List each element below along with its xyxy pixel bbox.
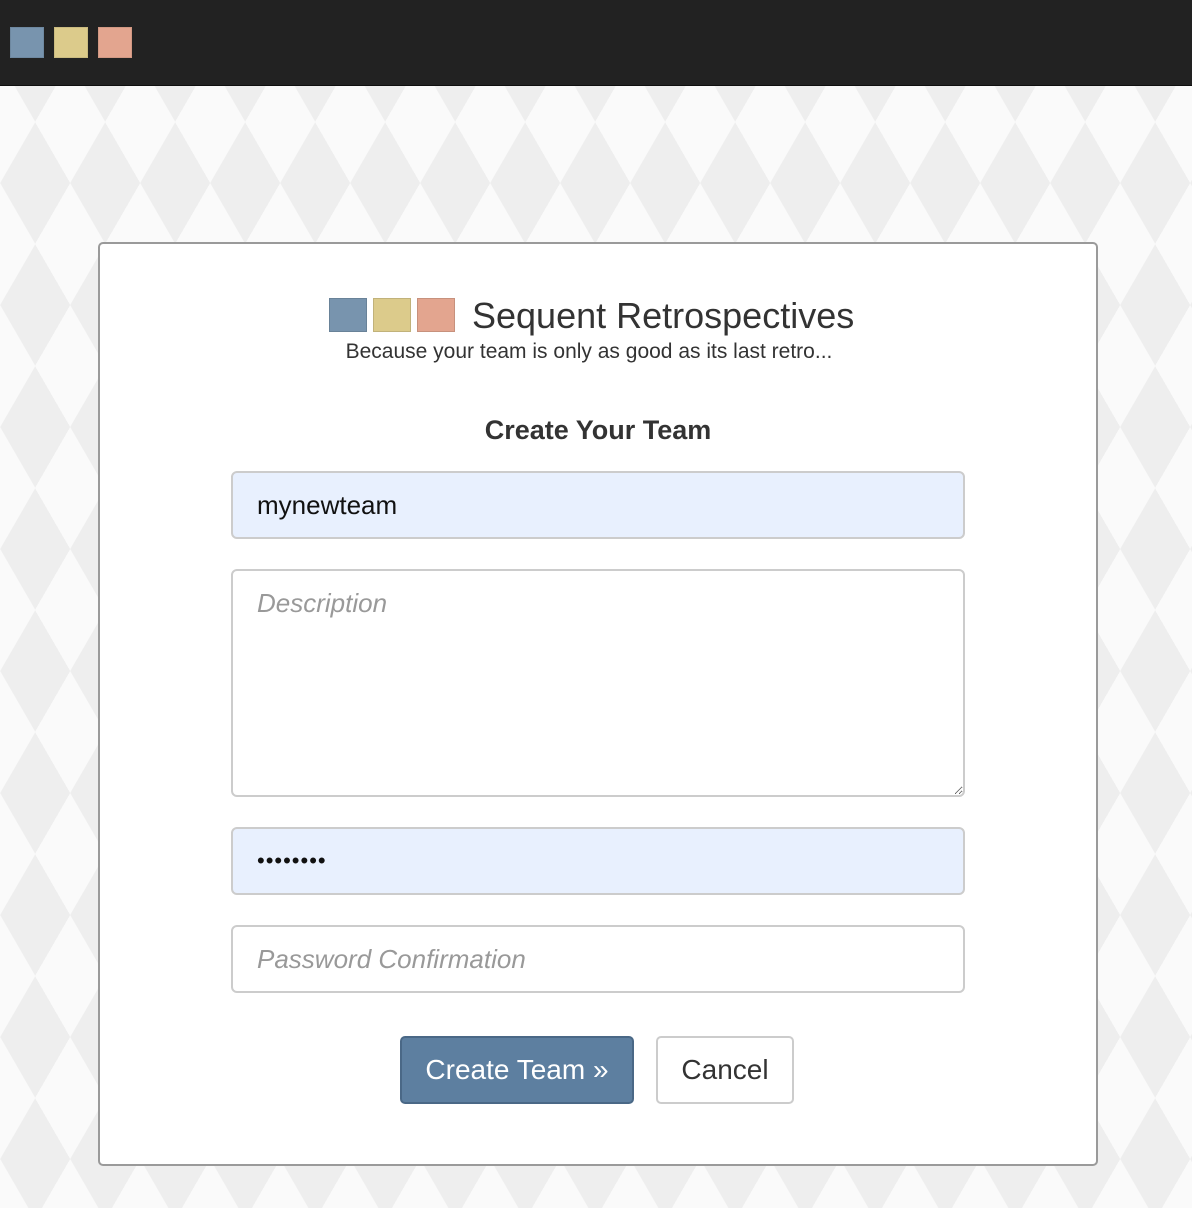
form-title: Create Your Team (484, 415, 712, 445)
team-name-input[interactable] (231, 471, 965, 539)
logo-square-yellow (54, 27, 88, 58)
create-team-button[interactable]: Create Team » (400, 1036, 634, 1104)
password-confirmation-input[interactable] (231, 925, 965, 993)
logo-square-blue (10, 27, 44, 58)
brand-tagline: Because your team is only as good as its… (345, 340, 833, 363)
brand-square-yellow (373, 298, 411, 332)
brand-title: Sequent Retrospectives (472, 295, 855, 336)
description-textarea[interactable] (231, 569, 965, 797)
logo-square-salmon (98, 27, 132, 58)
password-input[interactable] (231, 827, 965, 895)
brand-header: Sequent Retrospectives (100, 296, 1096, 336)
create-team-card: Sequent Retrospectives Because your team… (98, 242, 1098, 1166)
brand-square-blue (329, 298, 367, 332)
top-navbar (0, 0, 1192, 86)
cancel-button[interactable]: Cancel (656, 1036, 794, 1104)
brand-square-salmon (417, 298, 455, 332)
